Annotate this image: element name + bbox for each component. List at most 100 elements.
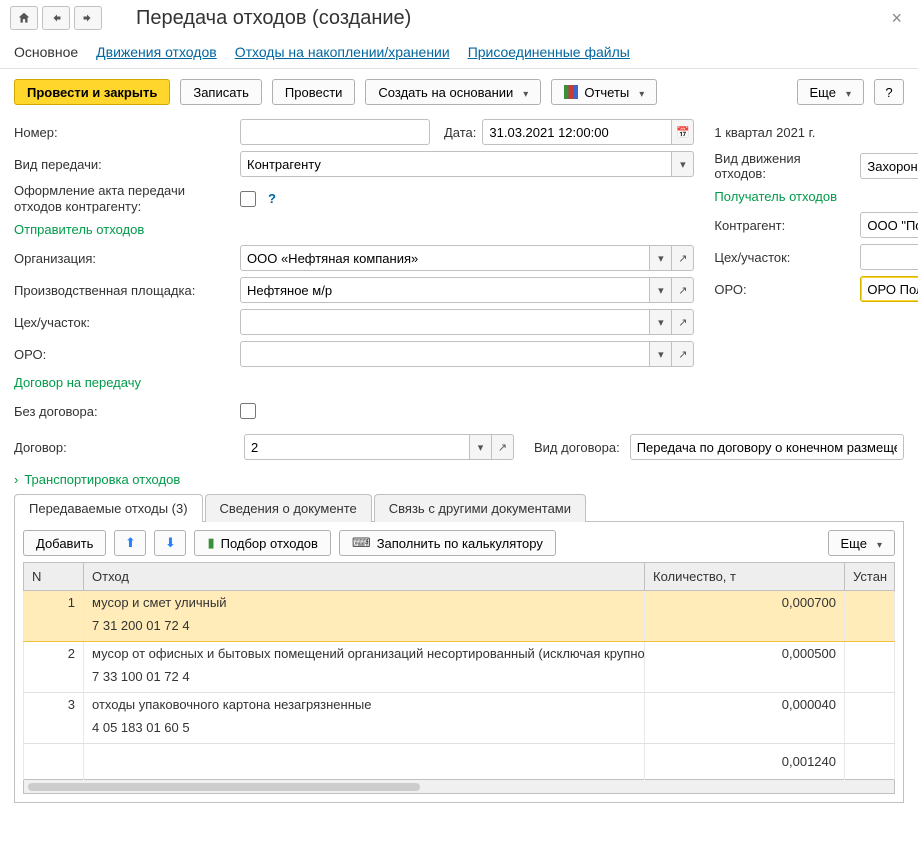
date-label: Дата: <box>444 125 476 140</box>
table-row-code[interactable]: 4 05 183 01 60 5 <box>24 716 895 744</box>
act-checkbox[interactable] <box>240 191 256 207</box>
waste-table: N Отход Количество, т Устан 1 мусор и см… <box>23 562 895 780</box>
calendar-icon[interactable]: 📅 <box>672 119 694 145</box>
chart-icon <box>564 85 578 99</box>
oro-input[interactable] <box>240 341 650 367</box>
tab-waste[interactable]: Передаваемые отходы (3) <box>14 494 203 522</box>
home-button[interactable] <box>10 6 38 30</box>
date-input[interactable] <box>482 119 672 145</box>
transport-collapse[interactable]: Транспортировка отходов <box>0 466 918 493</box>
open-icon[interactable]: ↗ <box>492 434 514 460</box>
workshop-input[interactable] <box>240 309 650 335</box>
cell-n: 3 <box>24 693 84 717</box>
contract-input[interactable] <box>244 434 470 460</box>
total-row: 0,001240 <box>24 744 895 780</box>
help-icon[interactable]: ? <box>268 191 276 206</box>
more-button[interactable]: Еще <box>797 79 864 105</box>
transfer-type-label: Вид передачи: <box>14 157 234 172</box>
total-qty: 0,001240 <box>645 744 845 780</box>
list-icon: ▮ <box>207 535 214 551</box>
workshop-label: Цех/участок: <box>14 315 234 330</box>
table-row-code[interactable]: 7 31 200 01 72 4 <box>24 614 895 642</box>
number-label: Номер: <box>14 125 234 140</box>
post-button[interactable]: Провести <box>272 79 356 105</box>
movement-kind-label: Вид движения отходов: <box>714 151 854 181</box>
act-label: Оформление акта передачи отходов контраг… <box>14 183 234 214</box>
move-down-button[interactable]: ⬇ <box>154 530 186 556</box>
create-based-button[interactable]: Создать на основании <box>365 79 541 105</box>
open-icon[interactable]: ↗ <box>672 245 694 271</box>
number-input[interactable] <box>240 119 430 145</box>
help-button[interactable]: ? <box>874 79 904 105</box>
navtab-movement[interactable]: Движения отходов <box>96 44 217 60</box>
pick-button[interactable]: ▮ Подбор отходов <box>194 530 330 556</box>
site-label: Производственная площадка: <box>14 283 234 298</box>
more-label: Еще <box>810 85 836 100</box>
page-title: Передача отходов (создание) <box>136 7 881 30</box>
col-waste[interactable]: Отход <box>84 563 645 591</box>
oro-label: ОРО: <box>14 347 234 362</box>
org-input[interactable] <box>240 245 650 271</box>
contractor-label: Контрагент: <box>714 218 854 233</box>
dropdown-icon[interactable]: ▾ <box>650 245 672 271</box>
site-input[interactable] <box>240 277 650 303</box>
post-close-button[interactable]: Провести и закрыть <box>14 79 170 105</box>
cell-code: 7 33 100 01 72 4 <box>84 665 645 693</box>
table-row-code[interactable]: 7 33 100 01 72 4 <box>24 665 895 693</box>
table-row[interactable]: 2 мусор от офисных и бытовых помещений о… <box>24 642 895 666</box>
workshop2-input[interactable] <box>860 244 918 270</box>
create-based-label: Создать на основании <box>378 85 513 100</box>
dropdown-icon[interactable]: ▾ <box>650 309 672 335</box>
open-icon[interactable]: ↗ <box>672 309 694 335</box>
cell-n: 2 <box>24 642 84 666</box>
reports-label: Отчеты <box>584 85 629 100</box>
reports-button[interactable]: Отчеты <box>551 79 657 105</box>
no-contract-checkbox[interactable] <box>240 403 256 419</box>
cell-name: мусор и смет уличный <box>84 591 645 615</box>
open-icon[interactable]: ↗ <box>672 277 694 303</box>
cell-code: 7 31 200 01 72 4 <box>84 614 645 642</box>
tab-links[interactable]: Связь с другими документами <box>374 494 586 522</box>
close-button[interactable]: × <box>885 8 908 29</box>
col-qty[interactable]: Количество, т <box>645 563 845 591</box>
fill-label: Заполнить по калькулятору <box>377 536 543 551</box>
fill-button[interactable]: ⌨Заполнить по калькулятору <box>339 530 556 556</box>
back-button[interactable] <box>42 6 70 30</box>
org-label: Организация: <box>14 251 234 266</box>
tab-docinfo[interactable]: Сведения о документе <box>205 494 372 522</box>
horizontal-scrollbar[interactable] <box>23 780 895 794</box>
dropdown-icon[interactable]: ▾ <box>650 341 672 367</box>
move-up-button[interactable]: ⬆ <box>114 530 146 556</box>
pick-label: Подбор отходов <box>221 536 318 551</box>
cell-qty: 0,000700 <box>645 591 845 615</box>
movement-kind-input[interactable] <box>860 153 918 179</box>
workshop2-label: Цех/участок: <box>714 250 854 265</box>
navtab-files[interactable]: Присоединенные файлы <box>468 44 630 60</box>
dropdown-icon[interactable]: ▾ <box>470 434 492 460</box>
navtab-storage[interactable]: Отходы на накоплении/хранении <box>235 44 450 60</box>
col-n[interactable]: N <box>24 563 84 591</box>
contract-label: Договор: <box>14 440 234 455</box>
tab-more-button[interactable]: Еще <box>828 530 895 556</box>
forward-button[interactable] <box>74 6 102 30</box>
oro2-input[interactable] <box>860 276 918 302</box>
cell-qty: 0,000040 <box>645 693 845 717</box>
cell-code: 4 05 183 01 60 5 <box>84 716 645 744</box>
table-row[interactable]: 3 отходы упаковочного картона незагрязне… <box>24 693 895 717</box>
contract-type-input[interactable] <box>630 434 904 460</box>
transfer-type-input[interactable] <box>240 151 672 177</box>
col-ust[interactable]: Устан <box>845 563 895 591</box>
open-icon[interactable]: ↗ <box>672 341 694 367</box>
add-button[interactable]: Добавить <box>23 530 106 556</box>
dropdown-icon[interactable]: ▾ <box>650 277 672 303</box>
period-value: 1 квартал 2021 г. <box>714 125 815 140</box>
contract-header: Договор на передачу <box>14 373 694 392</box>
contractor-input[interactable] <box>860 212 918 238</box>
scrollbar-thumb[interactable] <box>28 783 420 791</box>
navtab-main[interactable]: Основное <box>14 44 78 60</box>
table-row[interactable]: 1 мусор и смет уличный 0,000700 <box>24 591 895 615</box>
dropdown-icon[interactable]: ▾ <box>672 151 694 177</box>
save-button[interactable]: Записать <box>180 79 262 105</box>
recipient-header: Получатель отходов <box>714 187 918 206</box>
sender-header: Отправитель отходов <box>14 220 694 239</box>
